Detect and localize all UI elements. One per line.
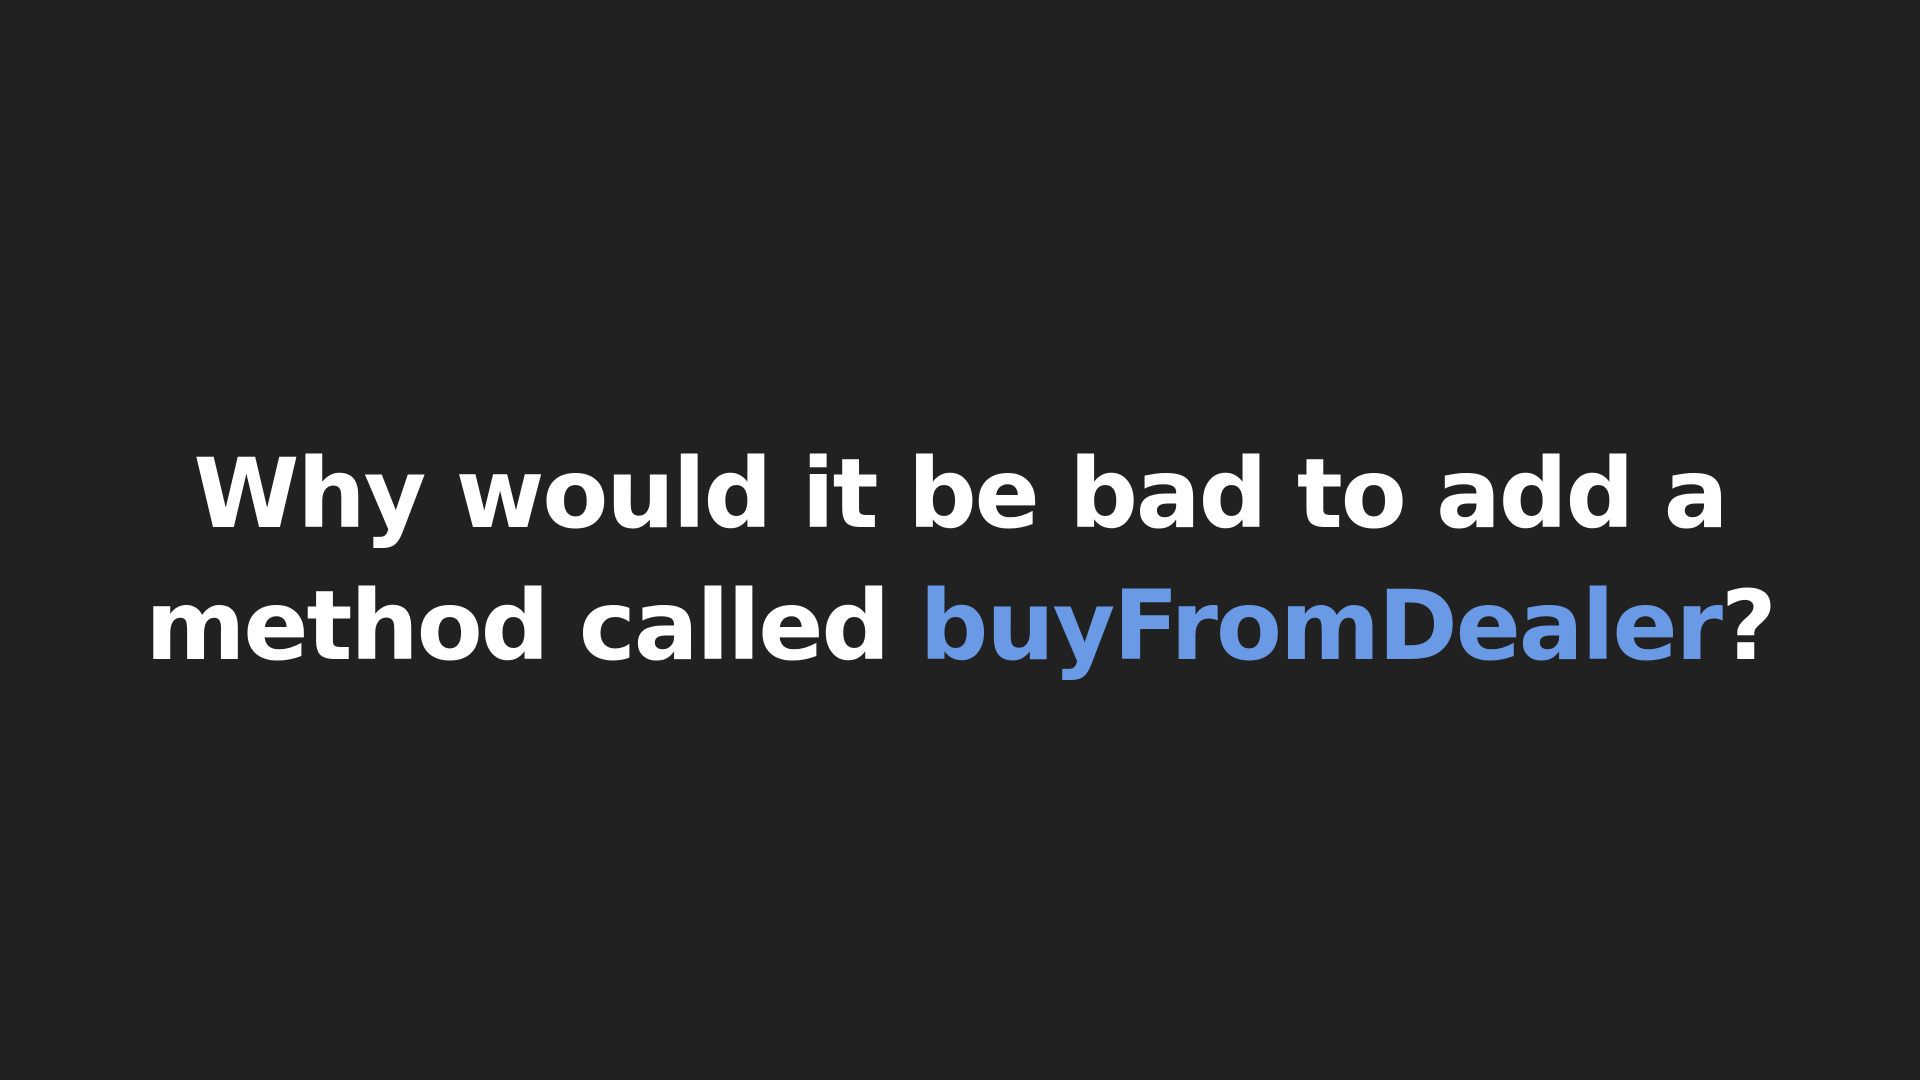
slide: Why would it be bad to add a method call…: [0, 0, 1920, 1080]
question-mark: ?: [1720, 570, 1777, 682]
method-name-highlight: buyFromDealer: [919, 570, 1723, 682]
question-line-2-prefix: method called: [145, 570, 920, 682]
question-line-1: Why would it be bad to add a: [193, 438, 1728, 550]
question-line-2: method called buyFromDealer?: [140, 560, 1780, 692]
question-text: Why would it be bad to add a method call…: [140, 428, 1780, 692]
